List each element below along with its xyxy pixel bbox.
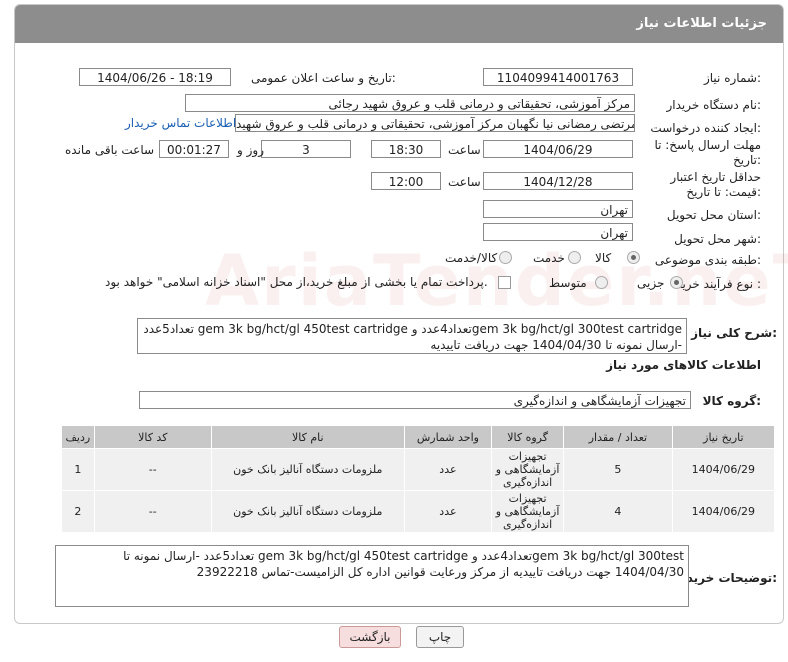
announce-field: 1404/06/26 - 18:19: [79, 68, 231, 86]
treasury-payment-note: پرداخت تمام یا بخشی از مبلغ خرید،از محل …: [105, 275, 488, 289]
goods-table: ردیف کد کالا نام کالا واحد شمارش گروه کا…: [61, 425, 776, 533]
panel-header: جزئیات اطلاعات نیاز: [15, 5, 783, 43]
col-group: گروه کالا: [491, 425, 565, 449]
category-radio-service[interactable]: [568, 251, 581, 264]
announce-label: تاریخ و ساعت اعلان عمومی:: [251, 71, 396, 85]
print-button[interactable]: چاپ: [416, 626, 464, 648]
process-radio-minor[interactable]: [670, 276, 683, 289]
panel-title: جزئیات اطلاعات نیاز: [636, 16, 767, 31]
days-field: 3: [261, 140, 351, 158]
validity-time-label: ساعت: [448, 175, 481, 189]
requester-field: مرتضی رمضانی نیا نگهبان مرکز آموزشی، تحق…: [235, 114, 635, 132]
validity-time-field: 12:00: [371, 172, 441, 190]
process-option-minor: جزیی: [637, 276, 665, 290]
cell-row: 2: [61, 490, 95, 533]
cell-group: تجهیزات آزمایشگاهی و اندازه‌گیری: [491, 490, 565, 533]
cell-group: تجهیزات آزمایشگاهی و اندازه‌گیری: [491, 448, 565, 491]
col-name: نام کالا: [210, 425, 405, 449]
process-label: نوع فرآیند خرید :: [676, 277, 761, 291]
province-field: تهران: [483, 200, 633, 218]
cell-date: 1404/06/29: [671, 448, 776, 491]
details-panel: جزئیات اطلاعات نیاز AriaTender.neT شماره…: [14, 4, 788, 624]
buyer-org-field: مرکز آموزشی، تحقیقاتی و درمانی قلب و عرو…: [185, 94, 635, 112]
cell-row: 1: [61, 448, 95, 491]
category-radio-goods-service[interactable]: [499, 251, 512, 264]
table-row: 2 -- ملزومات دستگاه آنالیز بانک خون عدد …: [61, 490, 776, 533]
col-code: کد کالا: [93, 425, 212, 449]
category-option-goods: کالا: [595, 251, 612, 265]
buyer-notes-label: توضیحات خریدار:: [675, 571, 777, 585]
remaining-time-field: 00:01:27: [159, 140, 229, 158]
need-number-field: 1104099414001763: [483, 68, 633, 86]
city-field: تهران: [483, 223, 633, 241]
deadline-date-field: 1404/06/29: [483, 140, 633, 158]
cell-unit: عدد: [403, 448, 493, 491]
cell-qty: 5: [563, 448, 673, 491]
province-label: استان محل تحویل:: [666, 208, 761, 222]
deadline-label: مهلت ارسال پاسخ: تا تاریخ:: [654, 138, 761, 167]
treasury-payment-checkbox[interactable]: [498, 276, 511, 289]
days-label: روز و: [237, 143, 264, 157]
cell-code: --: [93, 448, 212, 491]
validity-date-field: 1404/12/28: [483, 172, 633, 190]
cell-name: ملزومات دستگاه آنالیز بانک خون: [210, 490, 405, 533]
goods-table-header: ردیف کد کالا نام کالا واحد شمارش گروه کا…: [61, 425, 776, 449]
col-unit: واحد شمارش: [403, 425, 493, 449]
city-label: شهر محل تحویل:: [674, 232, 761, 246]
cell-unit: عدد: [403, 490, 493, 533]
category-radio-goods[interactable]: [627, 251, 640, 264]
description-textarea[interactable]: gem 3k bg/hct/gl 300test cartridgeتعداد4…: [137, 318, 687, 354]
col-qty: تعداد / مقدار: [563, 425, 673, 449]
category-label: طبقه بندی موضوعی:: [654, 253, 761, 267]
cell-qty: 4: [563, 490, 673, 533]
goods-group-field: تجهیزات آزمایشگاهی و اندازه‌گیری: [139, 391, 691, 409]
need-number-label: شماره نیاز:: [703, 71, 761, 85]
description-label: شرح کلی نیاز:: [691, 326, 777, 340]
cell-name: ملزومات دستگاه آنالیز بانک خون: [210, 448, 405, 491]
process-option-medium: متوسط: [549, 276, 587, 290]
buyer-notes-textarea[interactable]: gem 3k bg/hct/gl 300testتعداد4عدد و gem …: [55, 545, 689, 607]
min-validity-label: حداقل تاریخ اعتبار قیمت: تا تاریخ:: [670, 170, 761, 199]
goods-group-label: گروه کالا:: [702, 394, 761, 408]
table-row: 1 -- ملزومات دستگاه آنالیز بانک خون عدد …: [61, 448, 776, 491]
cell-date: 1404/06/29: [671, 490, 776, 533]
deadline-time-label: ساعت: [448, 143, 481, 157]
category-option-service: خدمت: [533, 251, 565, 265]
col-row: ردیف: [61, 425, 95, 449]
back-button[interactable]: بازگشت: [339, 626, 401, 648]
buyer-org-label: نام دستگاه خریدار:: [666, 98, 762, 112]
process-radio-medium[interactable]: [595, 276, 608, 289]
category-option-goods-service: کالا/خدمت: [445, 251, 498, 265]
goods-section-title: اطلاعات کالاهای مورد نیاز: [606, 358, 761, 372]
requester-label: ایجاد کننده درخواست:: [650, 121, 761, 135]
col-date: تاریخ نیاز: [671, 425, 776, 449]
deadline-time-field: 18:30: [371, 140, 441, 158]
buyer-contact-link[interactable]: اطلاعات تماس خریدار: [125, 116, 236, 130]
cell-code: --: [93, 490, 212, 533]
remaining-label: ساعت باقی مانده: [65, 143, 155, 157]
